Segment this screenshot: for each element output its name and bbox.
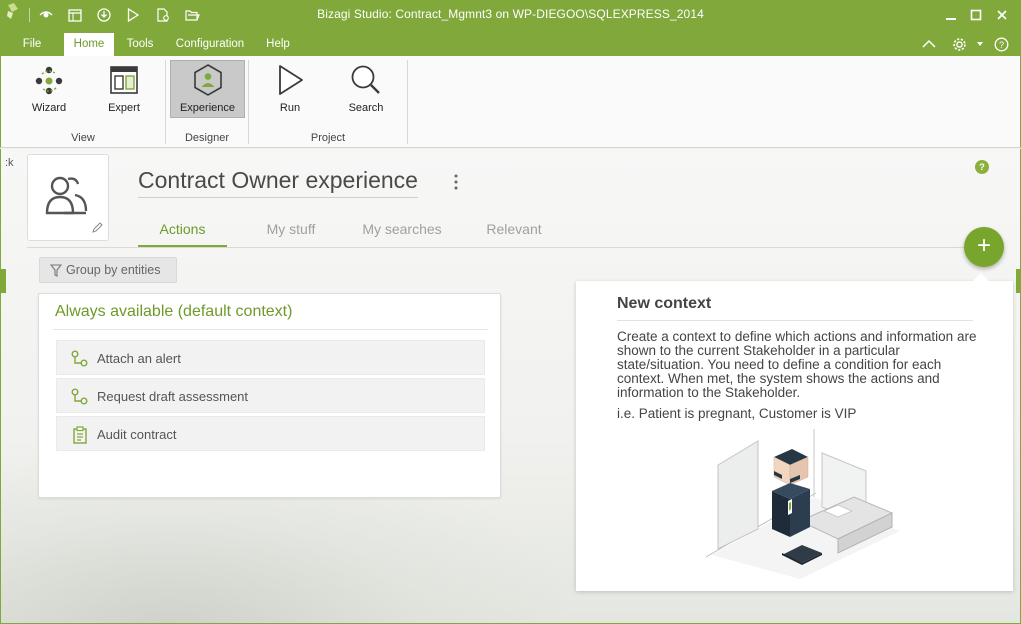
card-divider: [53, 329, 488, 330]
close-button[interactable]: [992, 5, 1012, 25]
menu-tab-help[interactable]: Help: [257, 33, 299, 56]
default-context-title: Always available (default context): [55, 303, 293, 320]
wizard-label: Wizard: [31, 102, 67, 114]
new-context-description: Create a context to define which actions…: [617, 329, 977, 400]
menu-tab-configuration[interactable]: Configuration: [168, 33, 252, 56]
gear-icon[interactable]: [951, 36, 967, 52]
tab-actions[interactable]: Actions: [138, 219, 227, 247]
new-context-panel: New context Create a context to define w…: [576, 273, 1013, 591]
experience-icon: [193, 64, 222, 96]
search-button[interactable]: Search: [330, 61, 402, 117]
action-item[interactable]: Request draft assessment: [56, 378, 485, 413]
menu-bar: File Home Tools Configuration Help ?: [0, 30, 1021, 56]
title-bar: Bizagi Studio: Contract_Mgmnt3 on WP-DIE…: [0, 0, 1021, 30]
menu-tab-tools[interactable]: Tools: [118, 33, 162, 56]
run-button[interactable]: Run: [254, 61, 326, 117]
stakeholder-avatar[interactable]: [27, 154, 109, 241]
add-context-button[interactable]: +: [964, 227, 1004, 267]
group-by-entities-label: Group by entities: [66, 263, 161, 277]
page-title[interactable]: Contract Owner experience: [138, 167, 418, 198]
right-panel-marker: [1016, 269, 1020, 293]
panel-caret: [973, 273, 989, 281]
group-by-entities-button[interactable]: Group by entities: [39, 257, 177, 283]
maximize-button[interactable]: [966, 5, 986, 25]
filter-icon: [50, 264, 62, 277]
experience-editor: :k Contract Owner experience ? Actions M…: [0, 149, 1021, 624]
minimize-button[interactable]: [941, 5, 961, 25]
experience-label: Experience: [179, 102, 236, 114]
tab-relevant[interactable]: Relevant: [472, 219, 556, 247]
ribbon-group-view: View: [71, 132, 95, 144]
ribbon: Wizard Expert Experience Run Search View…: [0, 56, 1021, 148]
ribbon-group-project: Project: [310, 132, 346, 144]
experience-button[interactable]: Experience: [170, 60, 245, 118]
help-badge[interactable]: ?: [975, 160, 989, 174]
new-context-example: i.e. Patient is pregnant, Customer is VI…: [617, 406, 857, 421]
svg-text:?: ?: [998, 40, 1003, 50]
ribbon-separator: [407, 60, 408, 144]
help-icon[interactable]: ?: [993, 36, 1009, 52]
wizard-icon: [35, 66, 63, 95]
menu-tab-home[interactable]: Home: [64, 33, 114, 56]
clipboard-icon: [73, 426, 87, 444]
run-label: Run: [279, 102, 301, 114]
left-panel-marker: [1, 269, 6, 293]
more-options-icon[interactable]: [452, 173, 460, 191]
stakeholder-icon: [45, 176, 88, 215]
search-icon: [351, 65, 380, 94]
search-label: Search: [348, 102, 384, 114]
process-icon: [71, 388, 88, 405]
process-icon: [71, 350, 88, 367]
panel-divider: [617, 320, 973, 321]
menu-tab-file[interactable]: File: [12, 33, 52, 56]
tab-my-stuff[interactable]: My stuff: [249, 219, 333, 247]
pencil-icon[interactable]: [91, 222, 103, 234]
action-label: Attach an alert: [97, 351, 181, 366]
wizard-button[interactable]: Wizard: [13, 61, 85, 117]
action-item[interactable]: Attach an alert: [56, 340, 485, 375]
action-label: Audit contract: [97, 427, 177, 442]
collapse-ribbon-icon[interactable]: [921, 36, 937, 52]
truncated-label: :k: [5, 157, 14, 169]
expert-label: Expert: [108, 102, 140, 114]
default-context-card: Always available (default context) Attac…: [38, 293, 501, 498]
expert-button[interactable]: Expert: [88, 61, 160, 117]
ribbon-group-designer: Designer: [184, 132, 230, 144]
action-item[interactable]: Audit contract: [56, 416, 485, 451]
tabs-divider: [27, 247, 987, 248]
chevron-down-icon[interactable]: [972, 36, 988, 52]
window-title: Bizagi Studio: Contract_Mgmnt3 on WP-DIE…: [317, 7, 704, 21]
play-icon: [279, 65, 303, 95]
new-context-title: New context: [617, 295, 712, 312]
action-label: Request draft assessment: [97, 389, 249, 404]
tab-my-searches[interactable]: My searches: [353, 219, 451, 247]
expert-icon: [110, 66, 138, 94]
stakeholder-illustration: [705, 429, 900, 579]
